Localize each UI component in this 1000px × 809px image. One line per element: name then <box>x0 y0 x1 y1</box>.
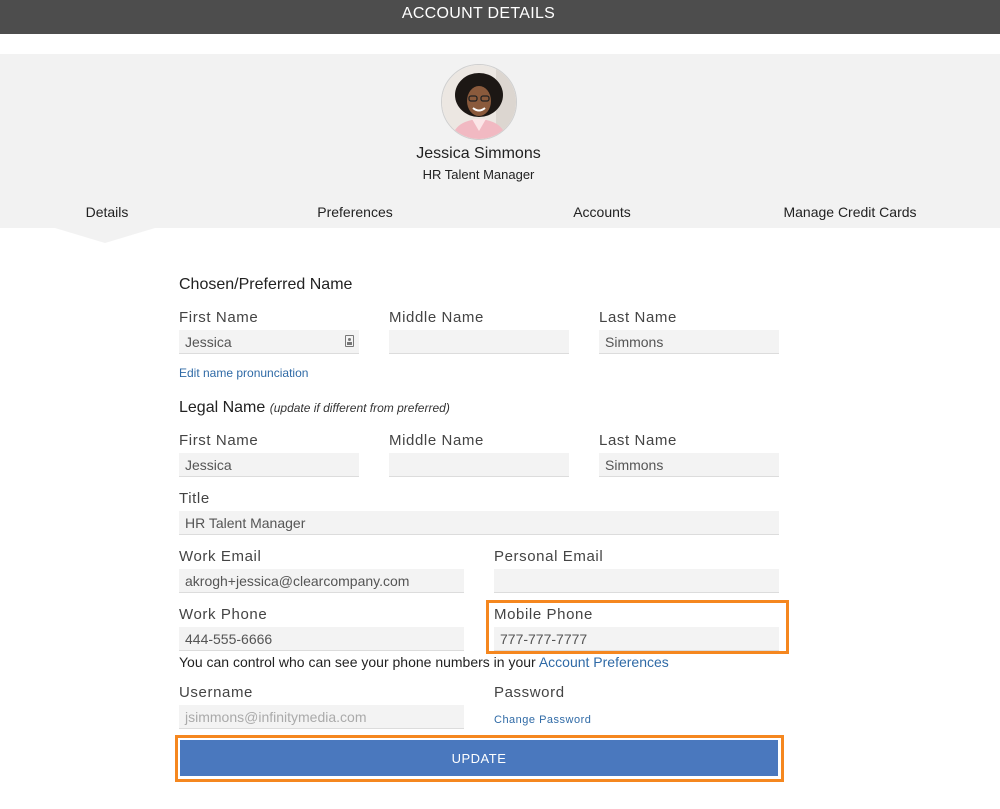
legal-last-name-label: Last Name <box>599 432 677 449</box>
preferred-middle-name-label: Middle Name <box>389 309 484 326</box>
work-email-label: Work Email <box>179 548 262 565</box>
legal-middle-name-label: Middle Name <box>389 432 484 449</box>
legal-last-name-input[interactable]: Simmons <box>599 453 779 477</box>
page-title: ACCOUNT DETAILS <box>401 5 556 22</box>
tab-details[interactable]: Details <box>59 204 155 220</box>
preferred-first-name-label: First Name <box>179 309 259 326</box>
personal-email-input[interactable] <box>494 569 779 593</box>
contact-card-icon[interactable] <box>345 335 354 347</box>
mobile-phone-highlight <box>486 600 789 654</box>
legal-name-heading-text: Legal Name <box>179 399 266 416</box>
preferred-first-name-input[interactable]: Jessica <box>179 330 359 354</box>
active-tab-indicator <box>55 228 155 243</box>
tab-bar: Details Preferences Accounts Manage Cred… <box>0 194 1000 228</box>
work-phone-input[interactable]: 444-555-6666 <box>179 627 464 651</box>
profile-panel: Jessica Simmons HR Talent Manager <box>0 54 1000 194</box>
username-input: jsimmons@infinitymedia.com <box>179 705 464 729</box>
title-label: Title <box>179 490 210 507</box>
account-preferences-link[interactable]: Account Preferences <box>539 654 669 670</box>
personal-email-label: Personal Email <box>494 548 604 565</box>
profile-job-title: HR Talent Manager <box>422 167 535 182</box>
update-button-highlight <box>175 735 784 782</box>
legal-name-note: (update if different from preferred) <box>269 401 450 415</box>
legal-first-name-label: First Name <box>179 432 259 449</box>
header-bar: ACCOUNT DETAILS <box>0 0 1000 34</box>
preferred-last-name-label: Last Name <box>599 309 677 326</box>
work-email-input[interactable]: akrogh+jessica@clearcompany.com <box>179 569 464 593</box>
preferred-first-name-value: Jessica <box>185 334 232 350</box>
profile-name: Jessica Simmons <box>416 145 541 162</box>
avatar-photo-icon <box>442 65 516 139</box>
password-label: Password <box>494 684 565 701</box>
tab-manage-credit-cards[interactable]: Manage Credit Cards <box>760 204 940 220</box>
change-password-link[interactable]: Change Password <box>494 714 591 726</box>
edit-name-pronunciation-link[interactable]: Edit name pronunciation <box>179 366 308 380</box>
avatar <box>441 64 517 140</box>
phone-visibility-note-text: You can control who can see your phone n… <box>179 654 539 670</box>
preferred-middle-name-input[interactable] <box>389 330 569 354</box>
tab-preferences[interactable]: Preferences <box>290 204 420 220</box>
legal-name-heading: Legal Name (update if different from pre… <box>179 399 450 417</box>
tab-accounts[interactable]: Accounts <box>552 204 652 220</box>
legal-middle-name-input[interactable] <box>389 453 569 477</box>
legal-first-name-input[interactable]: Jessica <box>179 453 359 477</box>
preferred-last-name-input[interactable]: Simmons <box>599 330 779 354</box>
title-input[interactable]: HR Talent Manager <box>179 511 779 535</box>
phone-visibility-note: You can control who can see your phone n… <box>179 654 669 670</box>
preferred-name-heading: Chosen/Preferred Name <box>179 276 353 293</box>
work-phone-label: Work Phone <box>179 606 268 623</box>
username-label: Username <box>179 684 253 701</box>
